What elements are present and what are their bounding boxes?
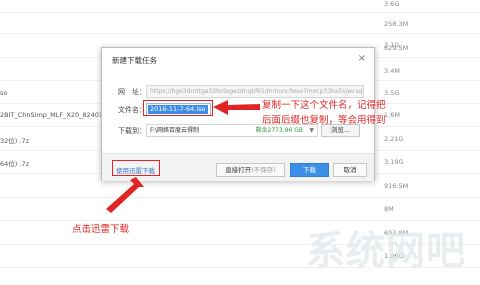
arrow-to-xunlei-link [106,177,144,213]
arrow-to-filename [213,100,260,115]
annotation-arrows [106,100,260,213]
